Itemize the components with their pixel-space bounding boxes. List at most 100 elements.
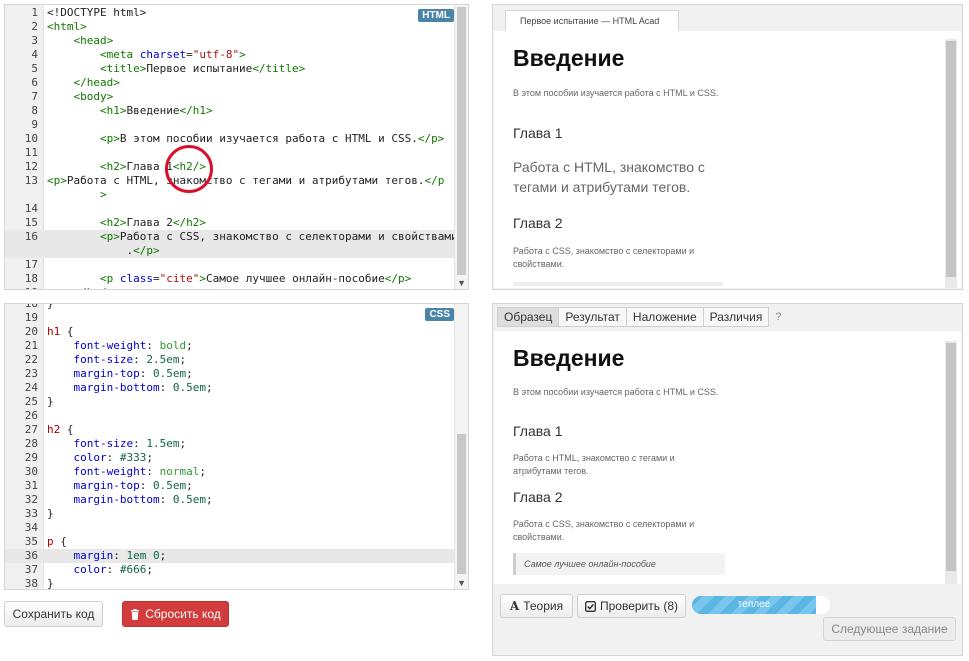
code-line[interactable]: 14 xyxy=(5,202,454,216)
code-text[interactable]: color: #333; xyxy=(47,451,154,465)
code-text[interactable]: <!DOCTYPE html> xyxy=(47,6,146,20)
code-line[interactable]: .</p> xyxy=(5,244,454,258)
code-text[interactable]: } xyxy=(47,304,54,311)
code-line[interactable]: 15 <h2>Глава 2</h2> xyxy=(5,216,454,230)
code-text[interactable]: margin-top: 0.5em; xyxy=(47,479,193,493)
save-code-button[interactable]: Сохранить код xyxy=(4,601,103,627)
code-line[interactable]: 24 margin-bottom: 0.5em; xyxy=(5,381,454,395)
code-text[interactable]: } xyxy=(47,395,54,409)
html-code-area[interactable]: 1 <!DOCTYPE html> 2 <html> 3 <head> 4 <meta c… xyxy=(5,5,458,289)
code-text[interactable]: h1 { xyxy=(47,325,74,339)
code-line[interactable]: 6 </head> xyxy=(5,76,454,90)
code-text[interactable]: <body> xyxy=(47,90,114,104)
code-text[interactable]: margin-top: 0.5em; xyxy=(47,367,193,381)
code-line[interactable]: 3 <head> xyxy=(5,34,454,48)
help-icon[interactable]: ? xyxy=(769,307,787,327)
code-text[interactable]: </body> xyxy=(47,286,120,289)
code-line[interactable]: 9 xyxy=(5,118,454,132)
code-line[interactable]: 4 <meta charset="utf-8"> xyxy=(5,48,454,62)
code-line[interactable]: 7 <body> xyxy=(5,90,454,104)
code-text[interactable]: margin-bottom: 0.5em; xyxy=(47,493,213,507)
html-editor-scrollbar[interactable]: ▼ xyxy=(454,5,468,289)
tab-overlay[interactable]: Наложение xyxy=(626,307,704,327)
css-code-area[interactable]: 18} 19 20 h1 {21 font-weight: bold; 22 font-… xyxy=(5,304,454,589)
code-line[interactable]: 10 <p>В этом пособии изучается работа с … xyxy=(5,132,454,146)
code-line[interactable]: 13 <p>Работа с HTML, знакомство с тегами … xyxy=(5,174,454,188)
code-text[interactable]: <p class="cite">Самое лучшее онлайн-посо… xyxy=(47,272,411,286)
html-code-editor[interactable]: 1 <!DOCTYPE html> 2 <html> 3 <head> 4 <meta c… xyxy=(4,4,469,290)
code-line[interactable]: 22 font-size: 2.5em; xyxy=(5,353,454,367)
css-editor-scrollbar[interactable]: ▼ xyxy=(454,304,468,589)
code-line[interactable]: 18 <p class="cite">Самое лучшее онлайн-п… xyxy=(5,272,454,286)
code-line[interactable]: 23 margin-top: 0.5em; xyxy=(5,367,454,381)
code-line[interactable]: 1 <!DOCTYPE html> xyxy=(5,6,454,20)
code-text[interactable]: <meta charset="utf-8"> xyxy=(47,48,246,62)
code-line[interactable]: 30 font-weight: normal; xyxy=(5,465,454,479)
scroll-down-icon[interactable]: ▼ xyxy=(457,278,466,288)
code-line[interactable]: 31 margin-top: 0.5em; xyxy=(5,479,454,493)
scrollbar-thumb[interactable] xyxy=(946,41,956,277)
code-text[interactable]: </head> xyxy=(47,76,120,90)
code-line[interactable]: 26 xyxy=(5,409,454,423)
check-button[interactable]: Проверить (8) xyxy=(577,594,686,618)
code-line[interactable]: 20 h1 { xyxy=(5,325,454,339)
code-text[interactable]: <h2>Глава 2</h2> xyxy=(47,216,206,230)
reset-code-button[interactable]: Сбросить код xyxy=(122,601,229,627)
code-line[interactable]: 17 xyxy=(5,258,454,272)
code-text[interactable]: margin: 1em 0; xyxy=(47,549,167,563)
code-line[interactable]: 8 <h1>Введение</h1> xyxy=(5,104,454,118)
code-text[interactable]: <p>В этом пособии изучается работа с HTM… xyxy=(47,132,444,146)
code-text[interactable]: <p>Работа с CSS, знакомство с селекторам… xyxy=(47,230,458,244)
code-text[interactable]: p { xyxy=(47,535,67,549)
code-line[interactable]: > xyxy=(5,188,454,202)
code-line[interactable]: 12 <h2>Глава 1<h2/> xyxy=(5,160,454,174)
code-line[interactable]: 33} xyxy=(5,507,454,521)
code-text[interactable]: font-size: 2.5em; xyxy=(47,353,187,367)
code-line[interactable]: 18} xyxy=(5,304,454,311)
code-line[interactable]: 28 font-size: 1.5em; xyxy=(5,437,454,451)
code-line[interactable]: 2 <html> xyxy=(5,20,454,34)
code-text[interactable]: <h1>Введение</h1> xyxy=(47,104,213,118)
code-line[interactable]: 19 </body> xyxy=(5,286,454,289)
code-text[interactable]: color: #666; xyxy=(47,563,154,577)
code-text[interactable]: font-weight: normal; xyxy=(47,465,206,479)
code-text[interactable]: .</p> xyxy=(47,244,159,258)
scrollbar-thumb[interactable] xyxy=(946,343,956,571)
code-line[interactable]: 32 margin-bottom: 0.5em; xyxy=(5,493,454,507)
code-line[interactable]: 38} xyxy=(5,577,454,589)
code-line[interactable]: 36 margin: 1em 0; xyxy=(5,549,454,563)
code-line[interactable]: 19 xyxy=(5,311,454,325)
code-text[interactable]: } xyxy=(47,577,54,589)
code-text[interactable]: font-size: 1.5em; xyxy=(47,437,187,451)
code-text[interactable]: <p>Работа с HTML, знакомство с тегами и … xyxy=(47,174,444,188)
code-line[interactable]: 29 color: #333; xyxy=(5,451,454,465)
code-text[interactable]: h2 { xyxy=(47,423,74,437)
code-text[interactable]: } xyxy=(47,507,54,521)
tab-differences[interactable]: Различия xyxy=(703,307,770,327)
code-text[interactable]: > xyxy=(47,188,107,202)
theory-button[interactable]: A Теория xyxy=(500,594,573,618)
preview-scrollbar[interactable] xyxy=(945,39,957,288)
code-line[interactable]: 16 <p>Работа с CSS, знакомство с селекто… xyxy=(5,230,458,244)
code-line[interactable]: 27 h2 { xyxy=(5,423,454,437)
code-text[interactable]: <title>Первое испытание</title> xyxy=(47,62,305,76)
sample-scrollbar[interactable] xyxy=(945,341,957,584)
scrollbar-thumb[interactable] xyxy=(457,7,466,275)
scrollbar-thumb[interactable] xyxy=(457,434,466,574)
browser-tab[interactable]: Первое испытание — HTML Acad xyxy=(505,10,679,32)
code-text[interactable]: margin-bottom: 0.5em; xyxy=(47,381,213,395)
tab-sample[interactable]: Образец xyxy=(497,307,560,327)
code-line[interactable]: 35 p { xyxy=(5,535,454,549)
code-line[interactable]: 34 xyxy=(5,521,454,535)
code-line[interactable]: 11 xyxy=(5,146,454,160)
code-text[interactable]: <head> xyxy=(47,34,114,48)
scroll-down-icon[interactable]: ▼ xyxy=(457,578,466,588)
code-line[interactable]: 37 color: #666; xyxy=(5,563,454,577)
code-line[interactable]: 5 <title>Первое испытание</title> xyxy=(5,62,454,76)
next-task-button[interactable]: Следующее задание xyxy=(823,617,956,641)
code-line[interactable]: 21 font-weight: bold; xyxy=(5,339,454,353)
code-text[interactable]: font-weight: bold; xyxy=(47,339,193,353)
css-code-editor[interactable]: 18} 19 20 h1 {21 font-weight: bold; 22 font-… xyxy=(4,303,469,590)
code-line[interactable]: 25} xyxy=(5,395,454,409)
code-text[interactable]: <html> xyxy=(47,20,87,34)
